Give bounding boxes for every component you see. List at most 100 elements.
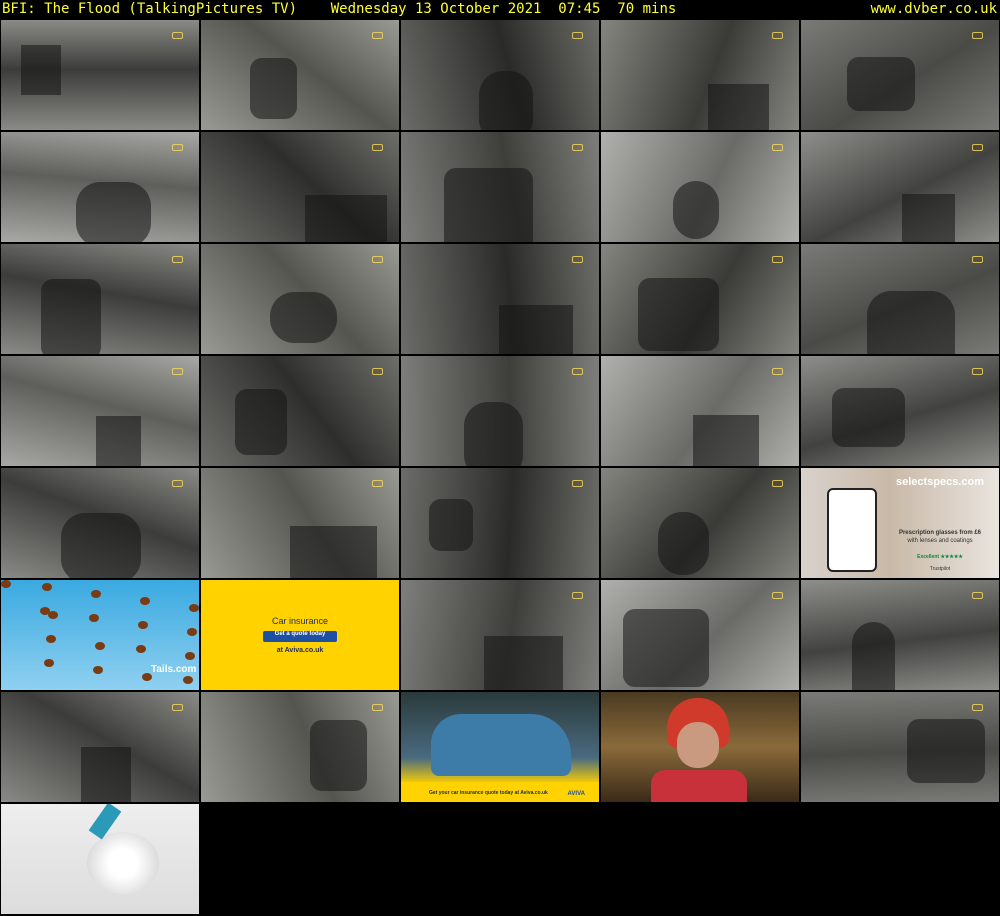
face-shape <box>677 722 719 768</box>
channel-logo-icon <box>772 144 783 151</box>
offer-line: Prescription glasses from £6 <box>898 530 982 536</box>
thumbnail-29[interactable] <box>601 580 799 690</box>
kibble-shape <box>138 621 148 629</box>
channel-logo-icon <box>572 480 583 487</box>
site-link[interactable]: www.dvber.co.uk <box>871 0 997 19</box>
thumbnail-20[interactable] <box>801 356 999 466</box>
jacket-shape <box>651 770 747 802</box>
kibble-shape <box>136 645 146 653</box>
kibble-shape <box>46 635 56 643</box>
thumbnail-26[interactable]: Tails.com <box>1 580 199 690</box>
scene-shape <box>235 389 287 455</box>
brand-label: Tails.com <box>151 664 197 675</box>
thumbnail-8[interactable] <box>401 132 599 242</box>
trustpilot-label: Trustpilot <box>929 566 951 572</box>
channel-logo-icon <box>772 368 783 375</box>
rating-label: Excellent ★★★★★ <box>917 554 963 560</box>
brand-label: AVIVA <box>567 791 585 797</box>
channel-logo-icon <box>372 368 383 375</box>
thumbnail-5[interactable] <box>801 20 999 130</box>
channel-logo-icon <box>772 256 783 263</box>
thumbnail-4[interactable] <box>601 20 799 130</box>
car-shape <box>431 714 571 776</box>
channel-logo-icon <box>972 704 983 711</box>
scene-shape <box>41 279 101 354</box>
ad-url: at Aviva.co.uk <box>276 647 324 654</box>
kibble-shape <box>189 604 199 612</box>
channel-logo-icon <box>572 368 583 375</box>
thumbnail-2[interactable] <box>201 20 399 130</box>
programme-title: BFI: The Flood (TalkingPictures TV) Wedn… <box>2 1 677 17</box>
channel-logo-icon <box>972 144 983 151</box>
thumbnail-28[interactable] <box>401 580 599 690</box>
channel-logo-icon <box>372 256 383 263</box>
scene-shape <box>81 747 131 802</box>
channel-logo-icon <box>972 256 983 263</box>
scene-shape <box>76 182 151 242</box>
kibble-shape <box>183 676 193 684</box>
channel-logo-icon <box>772 32 783 39</box>
scene-shape <box>693 415 759 466</box>
thumbnail-23[interactable] <box>401 468 599 578</box>
thumbnail-21[interactable] <box>1 468 199 578</box>
kibble-shape <box>42 583 52 591</box>
channel-logo-icon <box>572 144 583 151</box>
thumbnail-7[interactable] <box>201 132 399 242</box>
scene-shape <box>658 512 709 575</box>
thumbnail-35[interactable] <box>801 692 999 802</box>
scene-shape <box>852 622 895 690</box>
channel-logo-icon <box>372 480 383 487</box>
thumbnail-31[interactable] <box>1 692 199 802</box>
thumbnail-27[interactable]: Car insurance Get a quote today at Aviva.c… <box>201 580 399 690</box>
scene-shape <box>310 720 367 791</box>
thumbnail-15[interactable] <box>801 244 999 354</box>
kibble-shape <box>89 614 99 622</box>
kibble-shape <box>1 580 11 588</box>
scene-shape <box>832 388 905 447</box>
kibble-shape <box>140 597 150 605</box>
channel-logo-icon <box>572 256 583 263</box>
scene-shape <box>429 499 473 551</box>
channel-logo-icon <box>572 32 583 39</box>
scene-shape <box>21 45 61 95</box>
scene-shape <box>61 513 141 578</box>
thumbnail-33[interactable]: Get your car insurance quote today at Av… <box>401 692 599 802</box>
thumbnail-9[interactable] <box>601 132 799 242</box>
thumbnail-34[interactable] <box>601 692 799 802</box>
thumbnail-10[interactable] <box>801 132 999 242</box>
thumbnail-11[interactable] <box>1 244 199 354</box>
scene-shape <box>464 402 523 466</box>
scene-shape <box>867 291 955 354</box>
channel-logo-icon <box>372 32 383 39</box>
scene-shape <box>484 636 563 690</box>
kibble-shape <box>91 590 101 598</box>
thumbnail-13[interactable] <box>401 244 599 354</box>
phone-shape <box>827 488 877 572</box>
scene-shape <box>902 194 955 242</box>
thumbnail-12[interactable] <box>201 244 399 354</box>
scene-shape <box>907 719 985 783</box>
thumbnail-32[interactable] <box>201 692 399 802</box>
thumbnail-30[interactable] <box>801 580 999 690</box>
thumbnail-36[interactable] <box>1 804 199 914</box>
channel-logo-icon <box>172 480 183 487</box>
thumbnail-16[interactable] <box>1 356 199 466</box>
thumbnail-17[interactable] <box>201 356 399 466</box>
thumbnail-24[interactable] <box>601 468 799 578</box>
scene-shape <box>305 195 387 242</box>
channel-logo-icon <box>372 144 383 151</box>
thumbnail-19[interactable] <box>601 356 799 466</box>
thumbnail-22[interactable] <box>201 468 399 578</box>
channel-logo-icon <box>172 704 183 711</box>
thumbnail-25[interactable]: selectspecs.com Prescription glasses from… <box>801 468 999 578</box>
scene-shape <box>96 416 141 466</box>
thumbnail-1[interactable] <box>1 20 199 130</box>
channel-logo-icon <box>172 256 183 263</box>
thumbnail-3[interactable] <box>401 20 599 130</box>
thumbnail-6[interactable] <box>1 132 199 242</box>
channel-logo-icon <box>972 32 983 39</box>
scene-shape <box>270 292 337 343</box>
thumbnail-14[interactable] <box>601 244 799 354</box>
kibble-shape <box>40 607 50 615</box>
thumbnail-18[interactable] <box>401 356 599 466</box>
